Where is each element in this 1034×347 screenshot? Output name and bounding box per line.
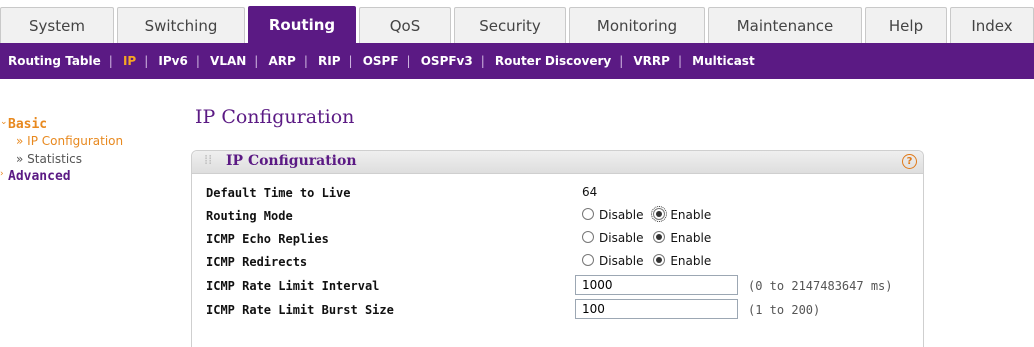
left-sidebar: ⌄ Basic » IP Configuration » Statistics … [0,79,180,346]
row-icmp-redirects: ICMP Redirects Disable Enable [192,251,923,273]
field-label: Default Time to Live [206,186,351,200]
subnav-multicast[interactable]: Multicast [684,43,763,79]
radio-label: Enable [670,254,712,268]
row-icmp-echo-replies: ICMP Echo Replies Disable Enable [192,228,923,250]
tab-help[interactable]: Help [865,7,947,43]
ip-configuration-panel: ⁞⁞ IP Configuration ? Default Time to Li… [191,150,924,347]
subnav-ospfv3[interactable]: OSPFv3 [413,43,481,79]
icmp-rate-limit-interval-input[interactable] [575,275,738,295]
separator: | [108,54,113,68]
icmp-rate-limit-burst-input[interactable] [575,299,738,319]
range-hint: (1 to 200) [748,303,821,317]
separator: | [480,54,485,68]
page-title: IP Configuration [195,106,355,128]
row-icmp-rate-limit-interval: ICMP Rate Limit Interval (0 to 214748364… [192,275,923,297]
routing-mode-options: Disable Enable [582,206,717,222]
tab-maintenance[interactable]: Maintenance [708,7,862,43]
routing-subnav: Routing Table | IP | IPv6 | VLAN | ARP | RIP |… [0,43,1034,79]
sidebar-item-ip-configuration[interactable]: » IP Configuration [16,134,123,148]
row-icmp-rate-limit-burst: ICMP Rate Limit Burst Size (1 to 200) [192,299,923,321]
sidebar-advanced[interactable]: Advanced [8,169,71,184]
subnav-routing-table[interactable]: Routing Table [0,43,109,79]
separator: | [406,54,411,68]
radio-label: Disable [599,231,644,245]
tab-routing[interactable]: Routing [248,6,356,43]
subnav-vlan[interactable]: VLAN [202,43,254,79]
tab-qos[interactable]: QoS [359,7,451,43]
tab-monitoring[interactable]: Monitoring [569,7,705,43]
field-label: Routing Mode [206,209,293,223]
routing-mode-disable-radio[interactable] [582,208,594,220]
tab-switching[interactable]: Switching [117,7,245,43]
radio-label: Disable [599,208,644,222]
subnav-vrrp[interactable]: VRRP [625,43,678,79]
grip-icon: ⁞⁞ [204,153,213,168]
field-label: ICMP Redirects [206,255,308,269]
chevron-right-icon: › [0,169,4,179]
subnav-ospf[interactable]: OSPF [355,43,407,79]
separator: | [195,54,200,68]
radio-label: Enable [670,231,712,245]
help-icon[interactable]: ? [902,154,917,169]
icmp-redirects-options: Disable Enable [582,254,717,268]
ttl-value: 64 [582,185,598,199]
sidebar-menu: ⌄ Basic » IP Configuration » Statistics … [0,114,180,346]
separator: | [303,54,308,68]
subnav-router-discovery[interactable]: Router Discovery [487,43,619,79]
tab-security[interactable]: Security [454,7,566,43]
icmp-redirects-disable-radio[interactable] [582,254,594,266]
field-label: ICMP Echo Replies [206,232,329,246]
field-label: ICMP Rate Limit Burst Size [206,303,394,317]
separator: | [144,54,149,68]
radio-label: Enable [670,208,712,222]
separator: | [677,54,682,68]
icmp-echo-disable-radio[interactable] [582,231,594,243]
radio-label: Disable [599,254,644,268]
icmp-echo-options: Disable Enable [582,231,717,245]
icmp-echo-enable-radio[interactable] [653,231,666,243]
subnav-ip[interactable]: IP [115,43,144,79]
row-default-ttl: Default Time to Live 64 [192,182,923,204]
range-hint: (0 to 2147483647 ms) [748,279,893,293]
main-tab-bar: System Switching Routing QoS Security Mo… [0,0,1034,43]
subnav-arp[interactable]: ARP [260,43,303,79]
separator: | [254,54,259,68]
separator: | [619,54,624,68]
tab-index[interactable]: Index [950,7,1034,43]
sidebar-item-statistics[interactable]: » Statistics [16,152,82,166]
sidebar-basic[interactable]: Basic [8,117,47,132]
row-routing-mode: Routing Mode Disable Enable [192,205,923,227]
icmp-redirects-enable-radio[interactable] [653,254,666,266]
subnav-rip[interactable]: RIP [310,43,349,79]
field-label: ICMP Rate Limit Interval [206,279,380,293]
panel-title: IP Configuration [226,153,357,169]
subnav-ipv6[interactable]: IPv6 [150,43,195,79]
chevron-down-icon: ⌄ [0,117,8,127]
panel-header: ⁞⁞ IP Configuration ? [192,151,923,174]
tab-system[interactable]: System [0,7,114,43]
routing-mode-enable-radio[interactable] [651,206,668,222]
separator: | [348,54,353,68]
